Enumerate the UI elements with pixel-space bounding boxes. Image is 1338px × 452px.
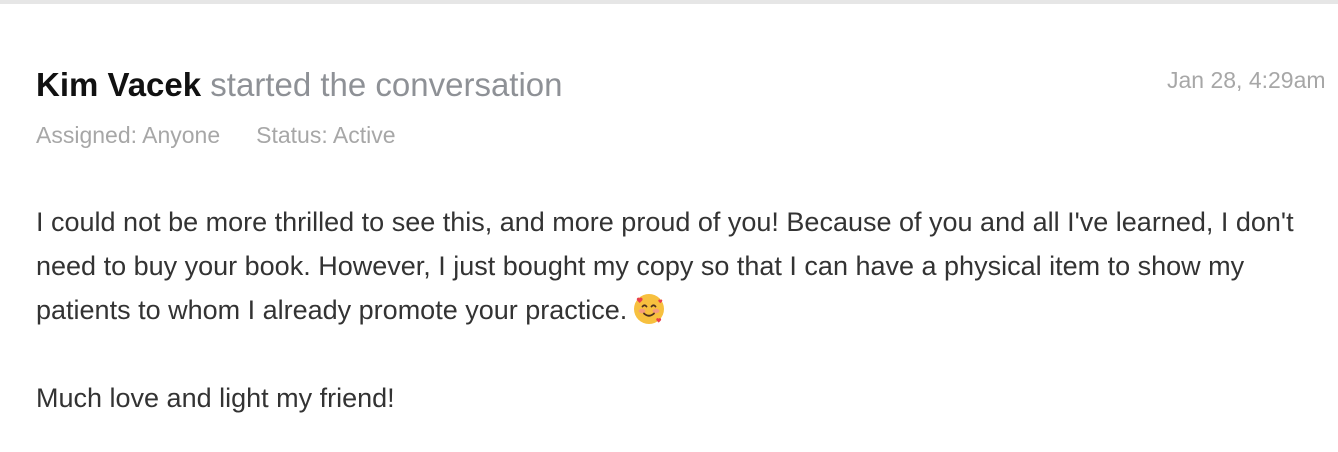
- message-paragraph: Much love and light my friend!: [36, 383, 395, 413]
- conversation-action: started the conversation: [210, 66, 563, 103]
- author-name[interactable]: Kim Vacek: [36, 66, 201, 103]
- message-body: I could not be more thrilled to see this…: [36, 200, 1301, 420]
- message-paragraph: I could not be more thrilled to see this…: [36, 200, 1301, 332]
- assigned-label[interactable]: Assigned: Anyone: [36, 122, 220, 148]
- conversation-meta: Assigned: Anyone Status: Active: [36, 120, 396, 150]
- status-label[interactable]: Status: Active: [256, 122, 395, 148]
- conversation-header: Kim Vacek started the conversation: [36, 64, 563, 106]
- top-divider: [0, 0, 1338, 4]
- conversation-timestamp: Jan 28, 4:29am: [1167, 67, 1326, 93]
- smiling-face-with-hearts-icon: [634, 294, 665, 324]
